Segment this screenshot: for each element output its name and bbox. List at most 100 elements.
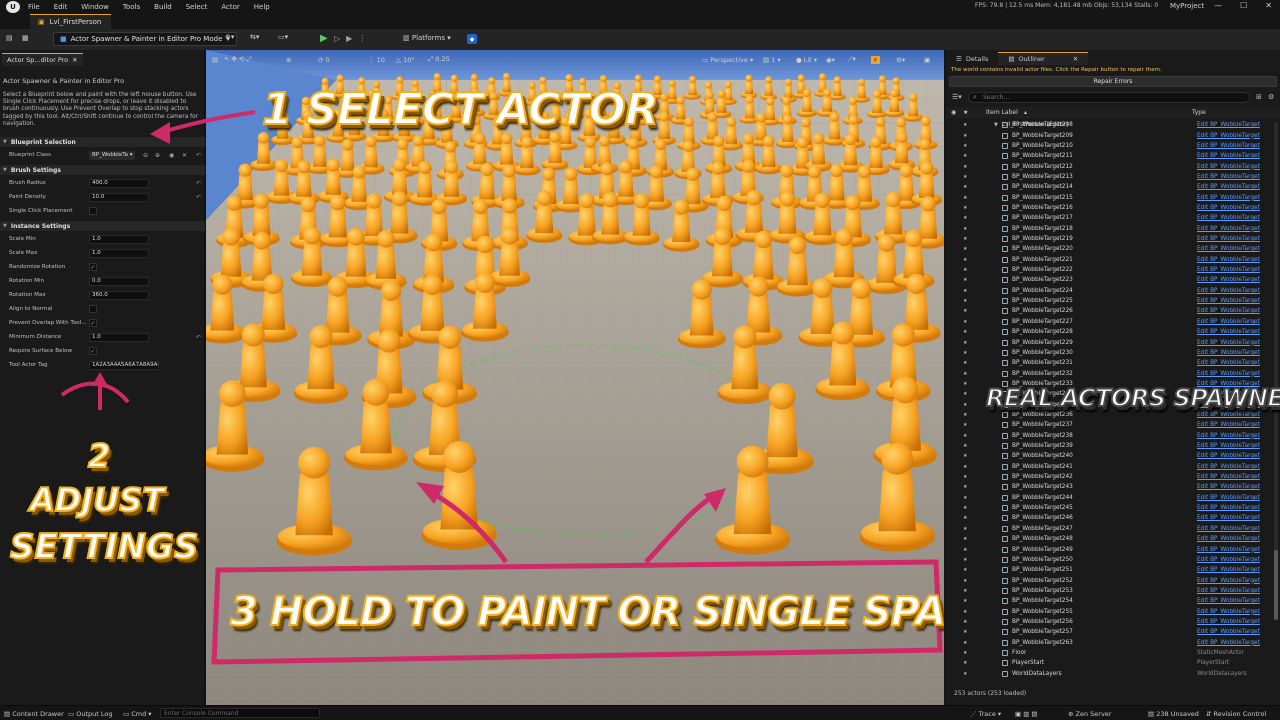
outliner-row[interactable]: ★ BP_WobbleTarget244 Edit BP_WobbleTarget — [946, 493, 1280, 503]
pin-icon[interactable]: ★ — [963, 557, 967, 563]
rotation-snap-icon[interactable]: △ 10° — [396, 56, 415, 64]
outliner-row[interactable]: ★ BP_WobbleTarget255 Edit BP_WobbleTarget — [946, 606, 1280, 616]
rotation-max-input[interactable]: 360.0 — [89, 290, 149, 300]
platforms-button[interactable]: ▥ Platforms ▾ — [403, 34, 451, 42]
show-icon[interactable]: ◉▾ — [826, 56, 835, 64]
pin-icon[interactable]: ★ — [963, 122, 967, 128]
outliner-row[interactable]: ★ BP_WobbleTarget247 Edit BP_WobbleTarget — [946, 524, 1280, 534]
reset-icon[interactable]: ↶ — [196, 194, 201, 201]
edit-blueprint-link[interactable]: Edit BP_WobbleTarget — [1197, 495, 1260, 501]
edit-blueprint-link[interactable]: Edit BP_WobbleTarget — [1197, 267, 1260, 273]
outliner-row[interactable]: ★ BP_WobbleTarget215 Edit BP_WobbleTarget — [946, 192, 1280, 202]
outliner-row[interactable]: ★ BP_WobbleTarget230 Edit BP_WobbleTarget — [946, 348, 1280, 358]
console-input[interactable]: Enter Console Command — [160, 708, 320, 718]
pin-icon[interactable]: ★ — [963, 536, 967, 542]
pin-icon[interactable]: ★ — [963, 288, 967, 294]
outliner-row[interactable]: ★ BP_WobbleTarget218 Edit BP_WobbleTarget — [946, 224, 1280, 234]
camera-speed-button[interactable]: ▤ 1 ▾ — [763, 56, 781, 64]
menu-file[interactable]: File — [28, 3, 40, 11]
outliner-row[interactable]: ★ BP_WobbleTarget213 Edit BP_WobbleTarget — [946, 172, 1280, 182]
pin-icon[interactable]: ★ — [963, 174, 967, 180]
level-tab[interactable]: ▣ Lvl_FirstPerson — [30, 14, 112, 29]
pin-icon[interactable]: ★ — [963, 350, 967, 356]
pin-icon[interactable]: ★ — [963, 215, 967, 221]
pin-icon[interactable]: ★ — [963, 133, 967, 139]
edit-blueprint-link[interactable]: Edit BP_WobbleTarget — [1197, 226, 1260, 232]
pin-icon[interactable]: ★ — [963, 547, 967, 553]
pin-icon[interactable]: ★ — [963, 195, 967, 201]
edit-blueprint-link[interactable]: Edit BP_WobbleTarget — [1197, 174, 1260, 180]
performance-icon[interactable]: ⚡ — [871, 55, 880, 64]
level-viewport[interactable]: 3 HOLD TO PAINT OR SINGLE SPAWN — [206, 50, 944, 705]
menu-build[interactable]: Build — [154, 3, 172, 11]
pin-icon[interactable]: ★ — [963, 443, 967, 449]
grid-snap-icon[interactable]: ⋮ 10 — [368, 56, 385, 64]
pin-icon[interactable]: ★ — [963, 236, 967, 242]
edit-blueprint-link[interactable]: Edit BP_WobbleTarget — [1197, 453, 1260, 459]
pin-icon[interactable]: ★ — [963, 402, 967, 408]
trace-button[interactable]: ⋰ Trace ▾ — [970, 710, 1001, 718]
modes-icon[interactable]: ▦ — [22, 34, 29, 42]
pin-icon[interactable]: ★ — [963, 267, 967, 273]
panel-tab[interactable]: Actor Sp...ditor Pro ✕ — [2, 53, 83, 66]
scale-min-input[interactable]: 1.0 — [89, 234, 149, 244]
require-surface-checkbox[interactable]: ✓ — [89, 347, 97, 355]
pin-icon[interactable]: ★ — [963, 609, 967, 615]
search-input[interactable]: Search... — [968, 92, 1250, 103]
outliner-row[interactable]: ★ BP_WobbleTarget251 Edit BP_WobbleTarget — [946, 565, 1280, 575]
pin-icon[interactable]: ★ — [963, 391, 967, 397]
close-tab-icon[interactable]: ✕ — [72, 56, 77, 64]
menu-tools[interactable]: Tools — [123, 3, 140, 11]
pin-icon[interactable]: ★ — [963, 619, 967, 625]
pin-icon[interactable]: ★ — [963, 474, 967, 480]
edit-blueprint-link[interactable]: Edit BP_WobbleTarget — [1197, 215, 1260, 221]
outliner-row[interactable]: ★ BP_WobbleTarget217 Edit BP_WobbleTarget — [946, 213, 1280, 223]
add-actor-icon[interactable]: ⊕▾ — [225, 33, 234, 41]
prevent-overlap-checkbox[interactable]: ✓ — [89, 319, 97, 327]
pin-icon[interactable]: ★ — [963, 319, 967, 325]
edit-blueprint-link[interactable]: Edit BP_WobbleTarget — [1197, 153, 1260, 159]
mode-dropdown[interactable]: ■ Actor Spawner & Painter in Editor Pro … — [53, 32, 237, 46]
use-selected-icon[interactable]: ⊕ — [155, 152, 160, 159]
edit-blueprint-link[interactable]: Edit BP_WobbleTarget — [1197, 640, 1260, 646]
close-window-icon[interactable]: ✕ — [1265, 1, 1272, 10]
edit-blueprint-link[interactable]: Edit BP_WobbleTarget — [1197, 484, 1260, 490]
pin-icon[interactable]: ★ — [963, 246, 967, 252]
edit-blueprint-link[interactable]: Edit BP_WobbleTarget — [1197, 257, 1260, 263]
maximize-viewport-icon[interactable]: ▣ — [924, 56, 930, 64]
edit-blueprint-link[interactable]: Edit BP_WobbleTarget — [1197, 164, 1260, 170]
outliner-row[interactable]: ★ BP_WobbleTarget256 Edit BP_WobbleTarget — [946, 617, 1280, 627]
menu-select[interactable]: Select — [186, 3, 208, 11]
tab-outliner[interactable]: ▤ Outliner ✕ — [998, 52, 1089, 65]
pin-icon[interactable]: ★ — [963, 495, 967, 501]
edit-blueprint-link[interactable]: Edit BP_WobbleTarget — [1197, 277, 1260, 283]
pin-column-icon[interactable]: ★ — [963, 109, 968, 116]
pin-icon[interactable]: ★ — [963, 515, 967, 521]
pin-icon[interactable]: ★ — [963, 205, 967, 211]
pin-icon[interactable]: ★ — [963, 381, 967, 387]
edit-blueprint-link[interactable]: Edit BP_WobbleTarget — [1197, 598, 1260, 604]
pin-icon[interactable]: ★ — [963, 505, 967, 511]
pin-icon[interactable]: ★ — [963, 567, 967, 573]
outliner-row[interactable]: ★ BP_WobbleTarget245 Edit BP_WobbleTarget — [946, 503, 1280, 513]
world-icon[interactable]: ⊕ — [286, 56, 291, 64]
menu-actor[interactable]: Actor — [221, 3, 239, 11]
single-click-checkbox[interactable] — [89, 207, 97, 215]
pin-icon[interactable]: ★ — [963, 226, 967, 232]
pin-icon[interactable]: ★ — [963, 371, 967, 377]
reset-icon[interactable]: ↶ — [196, 334, 201, 341]
edit-blueprint-link[interactable]: Edit BP_WobbleTarget — [1197, 133, 1260, 139]
pin-icon[interactable]: ★ — [963, 329, 967, 335]
outliner-row[interactable]: ★ BP_WobbleTarget243 Edit BP_WobbleTarget — [946, 482, 1280, 492]
more-options-icon[interactable]: ⋮ — [358, 34, 366, 43]
save-icon[interactable]: ▤ — [6, 34, 13, 42]
outliner-row[interactable]: ★ BP_WobbleTarget263 Edit BP_WobbleTarget — [946, 638, 1280, 648]
outliner-row[interactable]: ★ BP_WobbleTarget239 Edit BP_WobbleTarget — [946, 441, 1280, 451]
brush-radius-input[interactable]: 400.0 — [89, 178, 149, 188]
revision-control-button[interactable]: ⇵ Revision Control — [1206, 710, 1266, 718]
perspective-button[interactable]: ▭ Perspective ▾ — [702, 56, 753, 64]
close-tab-icon[interactable]: ✕ — [1073, 55, 1078, 63]
outliner-row[interactable]: ★ BP_WobbleTarget246 Edit BP_WobbleTarget — [946, 513, 1280, 523]
outliner-row[interactable]: ★ BP_WobbleTarget223 Edit BP_WobbleTarget — [946, 275, 1280, 285]
surface-snap-icon[interactable]: ⟳ 0 — [318, 56, 330, 64]
